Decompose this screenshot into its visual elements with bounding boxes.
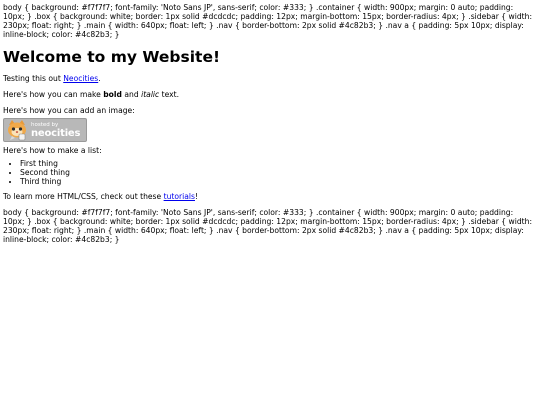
image-intro: Here's how you can add an image: xyxy=(3,106,135,115)
list-item: First thing xyxy=(20,159,536,168)
intro-paragraph: Testing this out Neocities. xyxy=(3,74,536,83)
page-title: Welcome to my Website! xyxy=(3,48,221,66)
learn-paragraph: To learn more HTML/CSS, check out these … xyxy=(3,192,536,201)
badge-neocities: neocities xyxy=(31,127,81,139)
italic-text: italic xyxy=(141,90,160,99)
neocities-link[interactable]: Neocities xyxy=(63,74,98,83)
formatting-paragraph: Here's how you can make bold and italic … xyxy=(3,90,536,99)
bold-text: bold xyxy=(103,90,122,99)
list-item: Second thing xyxy=(20,168,536,177)
learn-prefix: To learn more HTML/CSS, check out these xyxy=(3,192,164,201)
tutorials-link[interactable]: tutorials xyxy=(164,192,195,201)
learn-suffix: ! xyxy=(194,192,199,201)
page-content: body { background: #f7f7f7; font-family:… xyxy=(0,0,540,244)
css-text-bottom: body { background: #f7f7f7; font-family:… xyxy=(3,208,533,244)
formatting-prefix: Here's how you can make xyxy=(3,90,104,99)
list-item: Third thing xyxy=(20,177,536,186)
list-intro: Here's how to make a list: xyxy=(3,146,102,155)
badge-text: hosted by neocities xyxy=(31,122,80,139)
intro-prefix: Testing this out xyxy=(3,74,64,83)
css-text-top: body { background: #f7f7f7; font-family:… xyxy=(3,3,533,39)
formatting-suffix: text. xyxy=(159,90,180,99)
example-list: First thing Second thing Third thing xyxy=(3,159,536,186)
formatting-middle: and xyxy=(121,90,142,99)
intro-suffix: . xyxy=(98,74,101,83)
neocities-cat-icon xyxy=(8,120,26,141)
hosted-by-neocities-badge[interactable]: hosted by neocities xyxy=(3,118,87,142)
